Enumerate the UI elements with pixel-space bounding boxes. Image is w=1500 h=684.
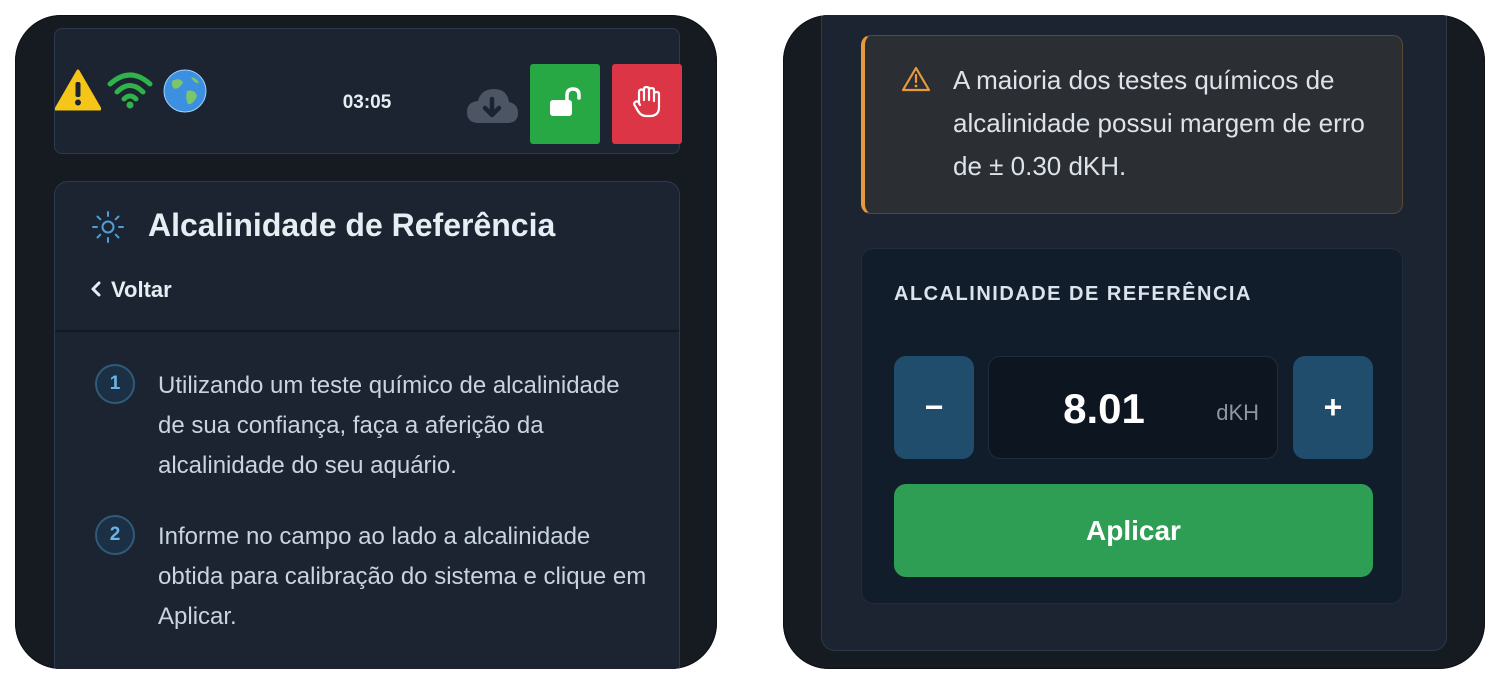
clock: 03:05 — [342, 92, 392, 113]
card-header: Alcalinidade de Referência Voltar — [55, 182, 679, 332]
unlock-button[interactable] — [530, 64, 600, 144]
decrement-button[interactable]: − — [894, 356, 974, 459]
sun-icon — [91, 210, 125, 249]
status-bar: 03:05 — [54, 28, 682, 154]
back-label: Voltar — [111, 277, 172, 302]
apply-button[interactable]: Aplicar — [894, 484, 1373, 577]
stop-button[interactable] — [612, 64, 682, 144]
unlock-icon — [549, 86, 581, 122]
step-text: Informe no campo ao lado a alcalinidade … — [158, 523, 647, 630]
back-button[interactable]: Voltar — [91, 277, 172, 303]
alkalinity-value: 8.01 — [1063, 385, 1145, 432]
globe-icon[interactable] — [163, 69, 207, 118]
step-number: 2 — [95, 515, 135, 555]
chevron-left-icon — [91, 277, 101, 303]
warning-icon — [901, 66, 931, 97]
reference-form: ALCALINIDADE DE REFERÊNCIA − 8.01 dKH + … — [861, 248, 1403, 604]
alert-text: A maioria dos testes químicos de alcalin… — [953, 65, 1365, 181]
cloud-download-icon[interactable] — [465, 85, 519, 130]
wifi-icon[interactable] — [107, 71, 153, 114]
increment-button[interactable]: + — [1293, 356, 1373, 459]
alkalinity-value-field[interactable]: 8.01 dKH — [988, 356, 1278, 459]
warning-alert: A maioria dos testes químicos de alcalin… — [861, 35, 1403, 214]
step-text: Utilizando um teste químico de alcalinid… — [158, 372, 620, 479]
page-title: Alcalinidade de Referência — [148, 207, 556, 243]
instructions-card: Alcalinidade de Referência Voltar 1 Util… — [54, 181, 680, 669]
reference-title: ALCALINIDADE DE REFERÊNCIA — [894, 283, 1252, 305]
hand-stop-icon — [633, 85, 661, 123]
warning-icon[interactable] — [54, 69, 102, 116]
right-screen: A maioria dos testes químicos de alcalin… — [783, 15, 1485, 669]
left-screen: 03:05 Alcalinidade de Referência Voltar … — [15, 15, 717, 669]
unit-label: dKH — [1216, 400, 1259, 425]
step-number: 1 — [95, 364, 135, 404]
